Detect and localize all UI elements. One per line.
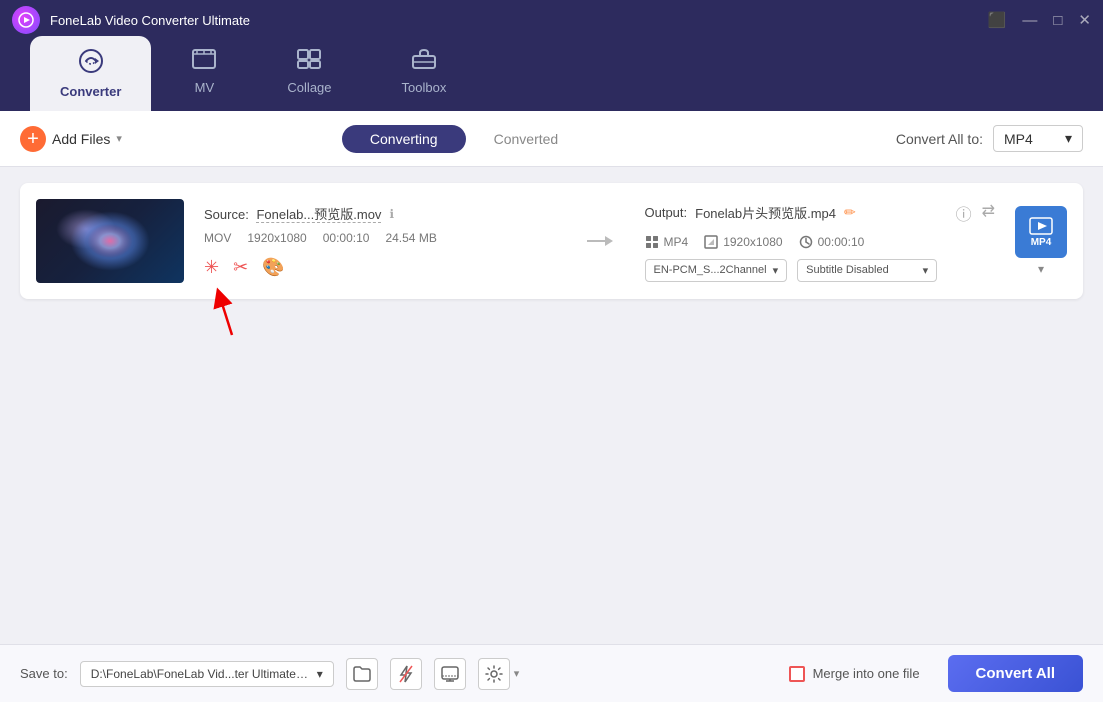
converting-tabs: Converting Converted bbox=[342, 125, 586, 153]
source-filename: Fonelab...预览版.mov bbox=[256, 207, 381, 223]
close-button[interactable]: ✕ bbox=[1078, 11, 1091, 29]
output-dropdowns: EN-PCM_S...2Channel ▾ Subtitle Disabled … bbox=[645, 259, 996, 282]
file-item: Source: Fonelab...预览版.mov ℹ MOV 1920x108… bbox=[20, 183, 1083, 299]
format-value: MP4 bbox=[1004, 131, 1033, 147]
minimize-button[interactable]: — bbox=[1022, 12, 1037, 29]
tab-converter-label: Converter bbox=[60, 84, 121, 99]
output-top: Output: Fonelab片头预览版.mp4 ✏ ⓘ ⇄ bbox=[645, 201, 996, 225]
output-resolution: 1920x1080 bbox=[723, 235, 782, 249]
output-swap-icon[interactable]: ⇄ bbox=[982, 201, 995, 225]
titlebar-left: FoneLab Video Converter Ultimate bbox=[12, 6, 250, 34]
red-arrow-annotation bbox=[212, 277, 272, 337]
browse-folder-button[interactable] bbox=[346, 658, 378, 690]
toolbox-icon bbox=[411, 48, 437, 76]
add-files-label: Add Files bbox=[52, 131, 110, 147]
output-meta: MP4 1920x1080 00:00:10 bbox=[645, 235, 996, 249]
save-path-value: D:\FoneLab\FoneLab Vid...ter Ultimate\Co… bbox=[91, 667, 311, 681]
converting-tab[interactable]: Converting bbox=[342, 125, 466, 153]
format-badge-chevron[interactable]: ▾ bbox=[1038, 262, 1044, 276]
output-info-icon[interactable]: ⓘ bbox=[956, 201, 972, 225]
edit-filename-icon[interactable]: ✏ bbox=[844, 204, 856, 221]
format-select[interactable]: MP4 ▾ bbox=[993, 125, 1083, 152]
convert-all-button[interactable]: Convert All bbox=[948, 655, 1083, 692]
file-meta: MOV 1920x1080 00:00:10 24.54 MB bbox=[204, 231, 555, 245]
tab-converter[interactable]: Converter bbox=[30, 36, 151, 111]
settings-more-chevron[interactable]: ▾ bbox=[514, 667, 520, 680]
audio-track-select[interactable]: EN-PCM_S...2Channel ▾ bbox=[645, 259, 788, 282]
file-source-info: Source: Fonelab...预览版.mov ℹ MOV 1920x108… bbox=[204, 204, 555, 278]
save-path-chevron: ▾ bbox=[317, 667, 323, 681]
save-to-label: Save to: bbox=[20, 666, 68, 681]
format-chevron: ▾ bbox=[1065, 130, 1072, 147]
tab-mv-label: MV bbox=[195, 80, 215, 95]
output-duration-item: 00:00:10 bbox=[799, 235, 865, 249]
add-files-chevron: ▾ bbox=[116, 132, 122, 145]
file-format: MOV bbox=[204, 231, 231, 245]
tab-collage[interactable]: Collage bbox=[257, 40, 361, 111]
converted-tab[interactable]: Converted bbox=[466, 125, 587, 153]
flash-off-button[interactable] bbox=[390, 658, 422, 690]
convert-all-to-label: Convert All to: bbox=[896, 131, 983, 147]
audio-track-chevron: ▾ bbox=[773, 264, 779, 277]
subtitle-select[interactable]: Subtitle Disabled ▾ bbox=[797, 259, 937, 282]
format-badge-text: MP4 bbox=[1031, 237, 1052, 248]
subtitle-value: Subtitle Disabled bbox=[806, 264, 889, 276]
save-path-select[interactable]: D:\FoneLab\FoneLab Vid...ter Ultimate\Co… bbox=[80, 661, 334, 687]
subtitle-chevron: ▾ bbox=[923, 264, 929, 277]
merge-checkbox[interactable] bbox=[789, 666, 805, 682]
cut-icon[interactable]: ✂ bbox=[233, 257, 248, 278]
output-filename: Fonelab片头预览版.mp4 bbox=[695, 203, 836, 222]
titlebar: FoneLab Video Converter Ultimate ⬛ — □ ✕ bbox=[0, 0, 1103, 40]
mv-icon bbox=[191, 48, 217, 76]
convert-all-to: Convert All to: MP4 ▾ bbox=[896, 125, 1083, 152]
titlebar-controls: ⬛ — □ ✕ bbox=[988, 11, 1091, 29]
captions-icon[interactable]: ⬛ bbox=[988, 11, 1007, 29]
merge-label: Merge into one file bbox=[813, 666, 920, 681]
file-resolution: 1920x1080 bbox=[247, 231, 306, 245]
collage-icon bbox=[296, 48, 322, 76]
source-info-icon[interactable]: ℹ bbox=[389, 207, 394, 221]
maximize-button[interactable]: □ bbox=[1053, 12, 1062, 29]
source-label: Source: Fonelab...预览版.mov bbox=[204, 204, 381, 223]
app-icon bbox=[12, 6, 40, 34]
tab-collage-label: Collage bbox=[287, 80, 331, 95]
output-duration: 00:00:10 bbox=[818, 235, 865, 249]
output-resolution-item: 1920x1080 bbox=[704, 235, 782, 249]
app-title: FoneLab Video Converter Ultimate bbox=[50, 13, 250, 28]
output-format-item: MP4 bbox=[645, 235, 689, 249]
bottom-bar: Save to: D:\FoneLab\FoneLab Vid...ter Ul… bbox=[0, 644, 1103, 702]
output-area: Output: Fonelab片头预览版.mp4 ✏ ⓘ ⇄ MP4 bbox=[645, 201, 996, 282]
file-size: 24.54 MB bbox=[385, 231, 436, 245]
tab-toolbox[interactable]: Toolbox bbox=[372, 40, 477, 111]
toolbar: + Add Files ▾ Converting Converted Conve… bbox=[0, 111, 1103, 167]
merge-area: Merge into one file bbox=[789, 666, 920, 682]
format-badge: MP4 bbox=[1015, 206, 1067, 258]
add-files-button[interactable]: + Add Files ▾ bbox=[20, 126, 122, 152]
file-actions: ✳ ✂ 🎨 bbox=[204, 257, 555, 278]
tab-mv[interactable]: MV bbox=[161, 40, 247, 111]
converter-icon bbox=[78, 48, 104, 80]
file-duration: 00:00:10 bbox=[323, 231, 370, 245]
audio-track-value: EN-PCM_S...2Channel bbox=[654, 264, 767, 276]
thumbnail bbox=[36, 199, 184, 283]
mp4-badge-icon bbox=[1029, 217, 1053, 237]
output-label: Output: bbox=[645, 205, 688, 220]
settings-button[interactable] bbox=[478, 658, 510, 690]
nav-tabs: Converter MV Collage Toolbox bbox=[0, 40, 1103, 111]
main-area: + Add Files ▾ Converting Converted Conve… bbox=[0, 111, 1103, 644]
palette-icon[interactable]: 🎨 bbox=[262, 257, 284, 278]
add-plus-icon: + bbox=[20, 126, 46, 152]
output-format: MP4 bbox=[664, 235, 689, 249]
file-list-area: Source: Fonelab...预览版.mov ℹ MOV 1920x108… bbox=[0, 167, 1103, 644]
arrow-area bbox=[575, 231, 625, 251]
format-badge-area: MP4 ▾ bbox=[1015, 206, 1067, 276]
output-icons: ⓘ ⇄ bbox=[956, 201, 995, 225]
screen-button[interactable] bbox=[434, 658, 466, 690]
source-row: Source: Fonelab...预览版.mov ℹ bbox=[204, 204, 555, 223]
effects-icon[interactable]: ✳ bbox=[204, 257, 219, 278]
tab-toolbox-label: Toolbox bbox=[402, 80, 447, 95]
action-annotation: ✳ ✂ 🎨 bbox=[204, 253, 555, 278]
